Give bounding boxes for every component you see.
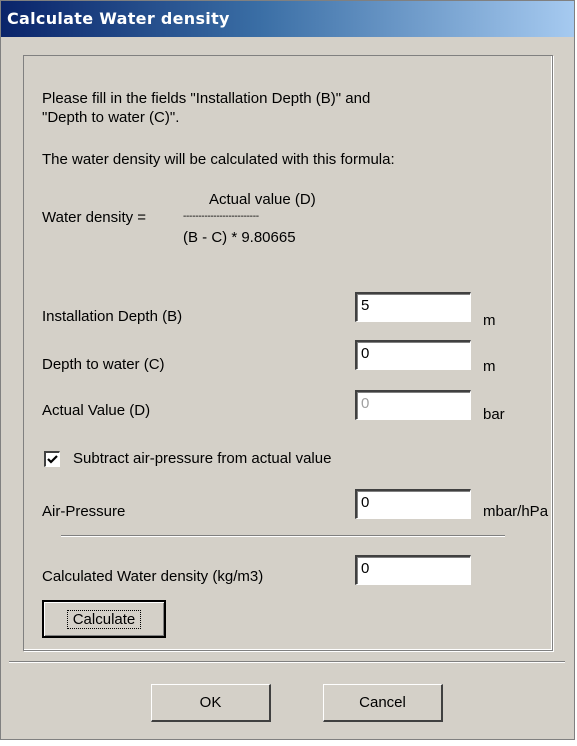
instruction-line-2: "Depth to water (C)".	[42, 109, 180, 126]
calculate-button-label: Calculate	[66, 610, 142, 629]
formula-intro: The water density will be calculated wit…	[42, 151, 395, 168]
depth-to-water-input[interactable]: 0	[355, 340, 471, 370]
cancel-button[interactable]: Cancel	[323, 684, 443, 722]
section-divider	[61, 535, 505, 537]
installation-depth-input[interactable]: 5	[355, 292, 471, 322]
formula-denominator: (B - C) * 9.80665	[183, 229, 296, 246]
button-area-separator	[9, 661, 565, 663]
installation-depth-label: Installation Depth (B)	[42, 308, 183, 325]
subtract-air-pressure-checkbox[interactable]	[44, 451, 60, 467]
formula-lhs: Water density =	[42, 209, 147, 226]
checkmark-icon	[47, 455, 58, 464]
ok-button-label: OK	[199, 694, 222, 711]
calculate-water-density-dialog: Calculate Water density Please fill in t…	[0, 0, 575, 740]
calculated-density-label: Calculated Water density (kg/m3)	[42, 568, 264, 585]
air-pressure-label: Air-Pressure	[42, 503, 126, 520]
formula-numerator: Actual value (D)	[209, 191, 316, 208]
calculate-button[interactable]: Calculate	[42, 600, 166, 638]
installation-depth-unit: m	[483, 312, 496, 329]
title-bar[interactable]: Calculate Water density	[1, 1, 574, 37]
window-title: Calculate Water density	[7, 9, 230, 28]
depth-to-water-unit: m	[483, 358, 496, 375]
ok-button[interactable]: OK	[151, 684, 271, 722]
depth-to-water-label: Depth to water (C)	[42, 356, 165, 373]
actual-value-input: 0	[355, 390, 471, 420]
cancel-button-label: Cancel	[359, 694, 406, 711]
air-pressure-input[interactable]: 0	[355, 489, 471, 519]
main-panel	[23, 55, 553, 651]
actual-value-unit: bar	[483, 406, 505, 423]
air-pressure-unit: mbar/hPa	[483, 503, 549, 520]
actual-value-label: Actual Value (D)	[42, 402, 151, 419]
subtract-air-pressure-label[interactable]: Subtract air-pressure from actual value	[73, 450, 331, 467]
calculated-density-output: 0	[355, 555, 471, 585]
instruction-line-1: Please fill in the fields "Installation …	[42, 90, 371, 107]
formula-fraction-bar: -------------------------	[183, 211, 259, 222]
